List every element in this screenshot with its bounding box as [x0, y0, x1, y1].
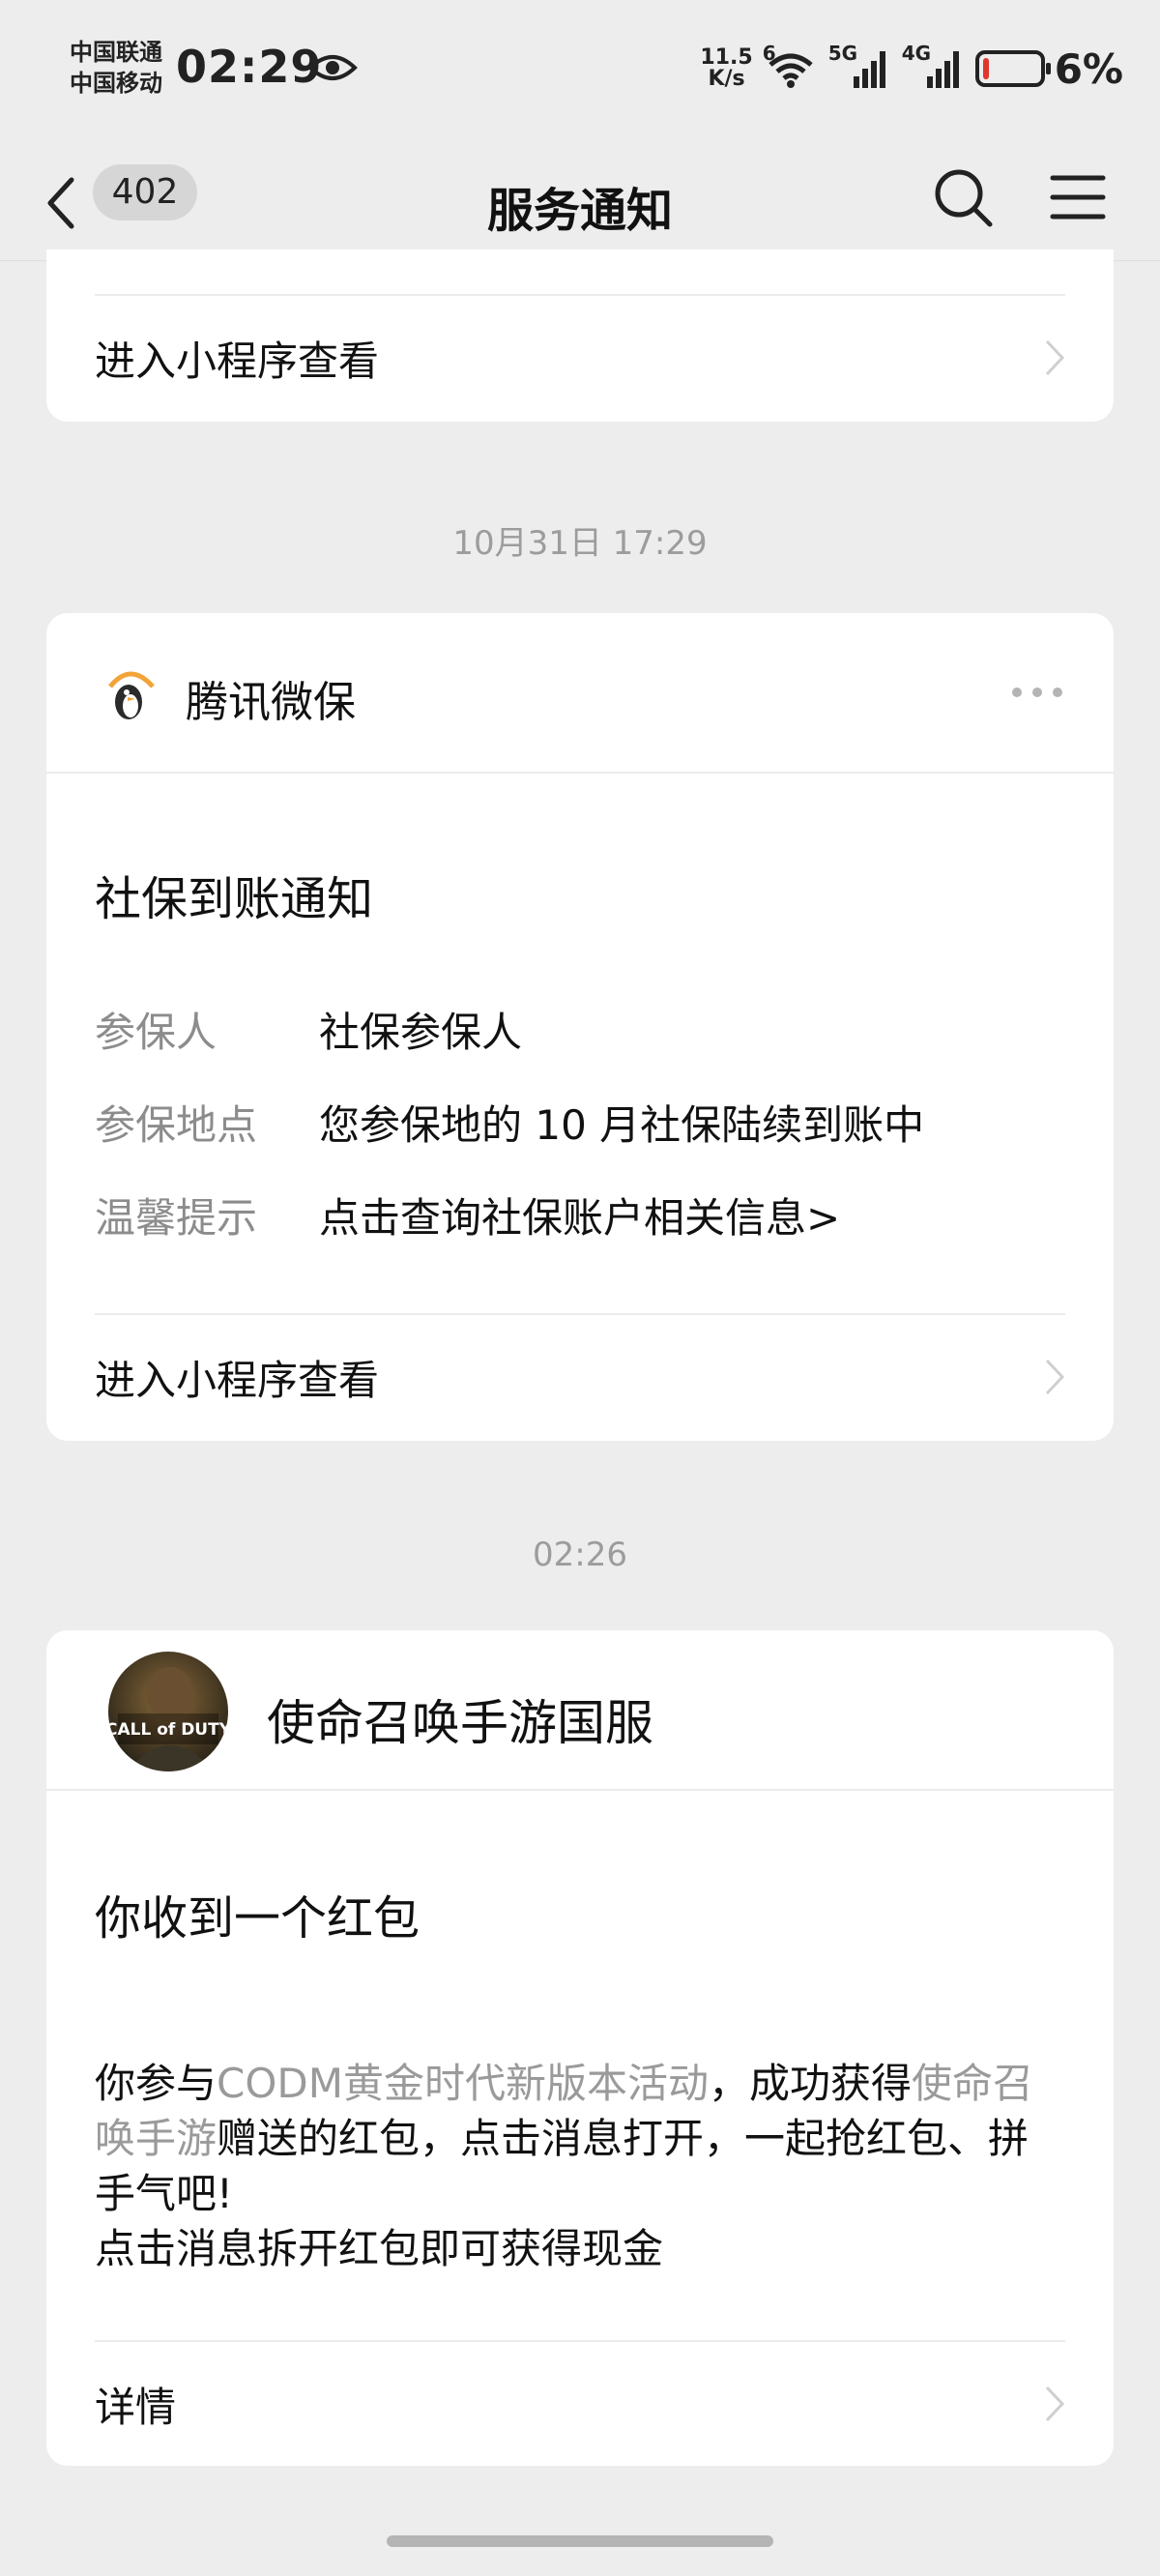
card-header[interactable]: 腾讯微保: [46, 613, 1114, 774]
screen: 中国联通 中国移动 02:29 11.5 K/s 6 5G 4G 6% 402 …: [0, 0, 1160, 2576]
message-card-game[interactable]: CALL of DUTY 使命召唤手游国服 你收到一个红包 你参与CODM黄金时…: [46, 1630, 1114, 2466]
chevron-right-icon: [1045, 1359, 1065, 1395]
battery-percent: 6%: [1054, 44, 1123, 93]
open-miniprogram-link[interactable]: 进入小程序查看: [95, 1313, 1065, 1439]
body-text: ，成功获得: [708, 2060, 912, 2107]
message-body: 你参与CODM黄金时代新版本活动，成功获得使命召唤手游赠送的红包，点击消息打开，…: [95, 2056, 1065, 2276]
nav-bar: 402 服务通知: [0, 145, 1160, 261]
timestamp: 10月31日 17:29: [452, 524, 708, 563]
detail-row: 参保地点 您参保地的 10 月社保陆续到账中: [95, 1093, 1065, 1152]
signal-4g-label: 4G: [901, 42, 932, 65]
link-label: 详情: [95, 2383, 177, 2431]
avatar-text: CALL of DUTY: [108, 1720, 228, 1740]
details-link[interactable]: 详情: [95, 2340, 1065, 2466]
net-speed-unit: K/s: [708, 67, 745, 91]
carrier-1: 中国联通: [70, 39, 162, 66]
battery-icon: [974, 50, 1051, 87]
signal-5g-label: 5G: [827, 42, 858, 65]
message-card-previous: 进入小程序查看: [46, 249, 1114, 422]
signal-5g-icon: 5G: [828, 42, 892, 90]
card-header[interactable]: CALL of DUTY 使命召唤手游国服: [46, 1630, 1114, 1791]
chevron-right-icon: [1045, 2386, 1065, 2422]
more-options-icon[interactable]: [1009, 685, 1065, 700]
message-title: 你收到一个红包: [95, 1891, 420, 1946]
wifi-icon: 6: [763, 42, 819, 90]
avatar: CALL of DUTY: [108, 1652, 228, 1771]
net-speed-value: 11.5: [700, 45, 753, 70]
search-icon[interactable]: [932, 166, 994, 228]
detail-value: 您参保地的 10 月社保陆续到账中: [319, 1101, 925, 1149]
open-miniprogram-link[interactable]: 进入小程序查看: [95, 294, 1065, 420]
body-text: 你参与: [95, 2060, 218, 2107]
carrier-info: 中国联通 中国移动: [70, 37, 162, 99]
penguin-logo-icon: [108, 671, 155, 719]
net-speed: 11.5 K/s: [700, 47, 752, 90]
detail-row: 温馨提示 点击查询社保账户相关信息>: [95, 1186, 1065, 1244]
message-card-insurance[interactable]: 腾讯微保 社保到账通知 参保人 社保参保人 参保地点 您参保地的 10 月社保陆…: [46, 613, 1114, 1441]
battery-level: [982, 58, 989, 79]
wifi-label: 6: [762, 42, 776, 65]
detail-value: 社保参保人: [319, 1009, 523, 1056]
message-title: 社保到账通知: [95, 872, 374, 926]
timestamp: 02:26: [533, 1536, 627, 1574]
activity-link: CODM黄金时代新版本活动: [217, 2060, 709, 2107]
link-label: 进入小程序查看: [95, 1356, 380, 1404]
eye-icon: [307, 55, 358, 80]
status-right: 11.5 K/s 6 5G 4G 6%: [700, 42, 1123, 93]
body-text: 赠送的红包，点击消息打开，一起抢红包、拼手气吧!: [95, 2115, 1030, 2217]
detail-key: 参保地点: [95, 1101, 258, 1149]
brand-name: 使命召唤手游国服: [267, 1695, 653, 1751]
signal-4g-icon: 4G: [902, 42, 966, 90]
menu-icon[interactable]: [1050, 170, 1106, 224]
status-bar: 中国联通 中国移动 02:29 11.5 K/s 6 5G 4G 6%: [0, 0, 1160, 145]
detail-row: 参保人 社保参保人: [95, 1000, 1065, 1059]
brand-name: 腾讯微保: [186, 678, 356, 727]
status-time: 02:29: [176, 41, 323, 93]
body-text: 点击消息拆开红包即可获得现金: [95, 2225, 664, 2272]
link-label: 进入小程序查看: [95, 337, 380, 385]
carrier-2: 中国移动: [70, 70, 162, 97]
home-indicator[interactable]: [387, 2535, 773, 2547]
detail-key: 温馨提示: [95, 1194, 258, 1242]
detail-value[interactable]: 点击查询社保账户相关信息>: [319, 1186, 840, 1244]
chevron-right-icon: [1045, 339, 1065, 376]
detail-key: 参保人: [95, 1009, 218, 1056]
